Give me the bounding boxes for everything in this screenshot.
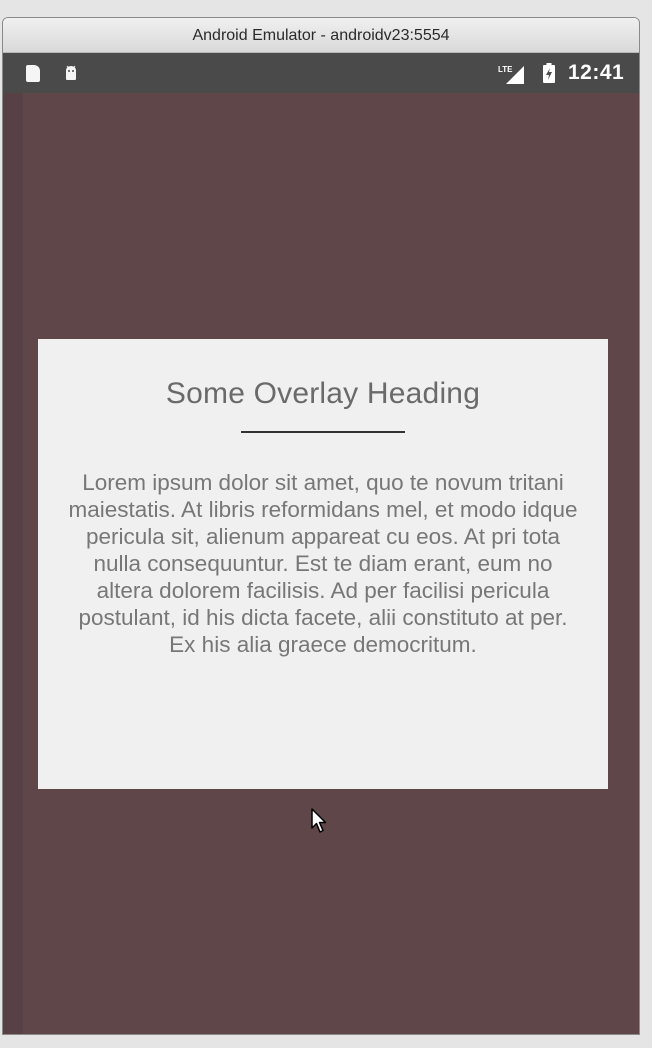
android-status-bar[interactable]: LTE 12:41 [3,53,639,93]
lte-signal-icon: LTE [498,65,524,84]
mouse-cursor-icon [311,808,327,833]
overlay-card: Some Overlay Heading Lorem ipsum dolor s… [38,339,608,789]
overlay-body-text: Lorem ipsum dolor sit amet, quo te novum… [68,470,578,657]
sd-card-icon [26,65,40,82]
battery-icon [543,63,555,83]
app-content-area[interactable]: Some Overlay Heading Lorem ipsum dolor s… [3,93,639,1034]
heading-divider [241,431,405,433]
emulator-window: Android Emulator - androidv23:5554 LTE 1… [2,17,640,1035]
window-titlebar[interactable]: Android Emulator - androidv23:5554 [3,18,639,53]
window-title: Android Emulator - androidv23:5554 [192,27,450,44]
app-edge-shadow [3,93,23,1034]
android-icon [66,65,76,80]
network-type-label: LTE [498,65,513,74]
status-clock: 12:41 [568,61,625,84]
overlay-heading: Some Overlay Heading [165,377,481,410]
